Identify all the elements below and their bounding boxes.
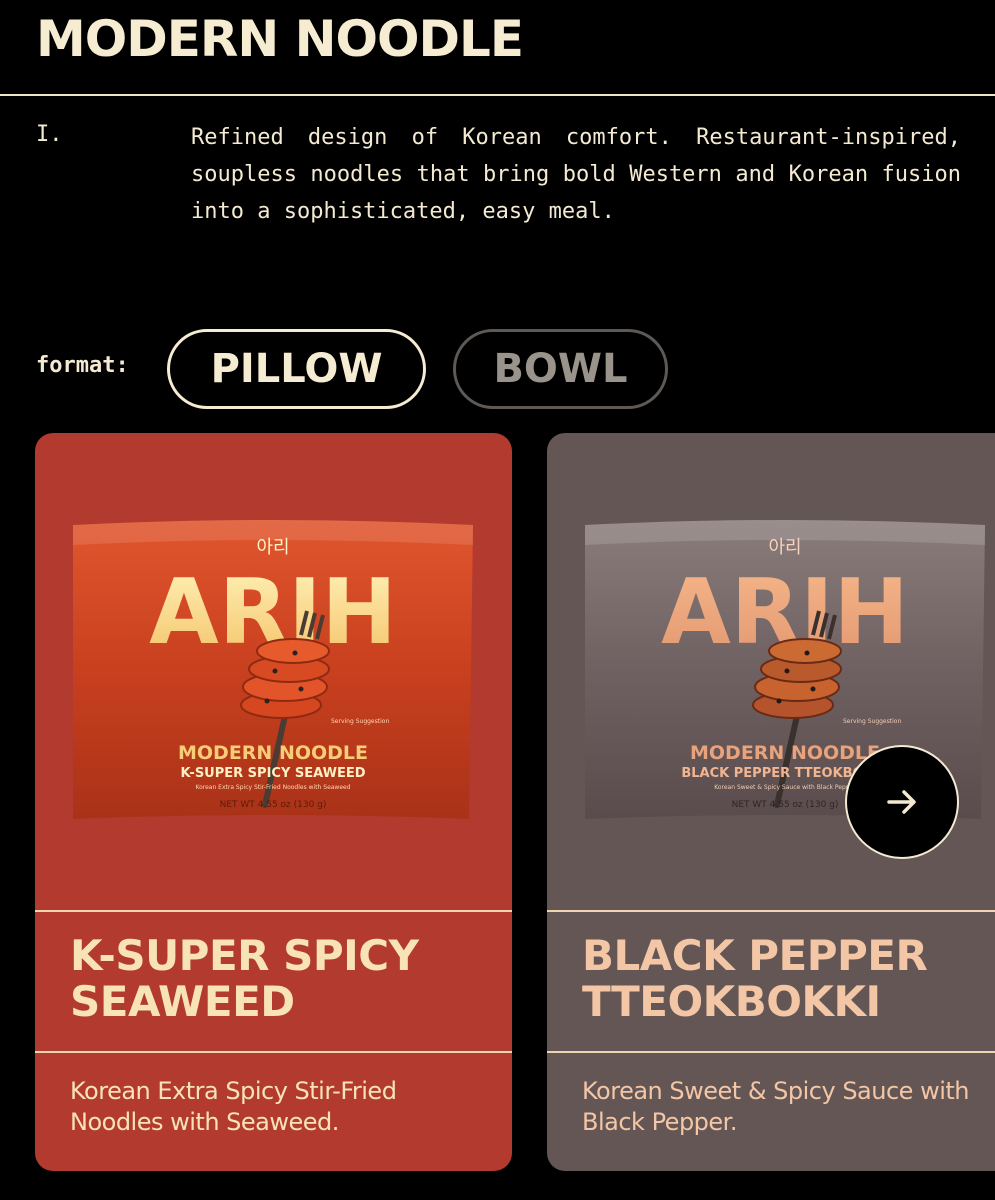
card-divider: [35, 1051, 512, 1053]
package-weight-text: NET WT 4.55 oz (130 g): [732, 800, 839, 810]
product-name: BLACK PEPPER TTEOKBOKKI: [582, 931, 928, 1026]
package-flavor-text: K-SUPER SPICY SEAWEED: [180, 766, 365, 781]
product-description: Korean Sweet & Spicy Sauce with Black Pe…: [582, 1077, 969, 1136]
package-sub-text: Korean Sweet & Spicy Sauce with Black Pe…: [714, 784, 856, 791]
card-divider: [35, 910, 512, 912]
product-description: Korean Extra Spicy Stir-Fried Noodles wi…: [70, 1077, 397, 1136]
site-title: MODERN NOODLE: [36, 10, 524, 68]
format-label: format:: [36, 353, 129, 378]
intro-text: Refined design of Korean comfort. Restau…: [191, 125, 961, 224]
intro-number: I.: [36, 122, 63, 147]
product-name: K-SUPER SPICY SEAWEED: [70, 931, 419, 1026]
package-korean-text: 아리: [768, 537, 801, 558]
package-weight-text: NET WT 4.55 oz (130 g): [220, 800, 327, 810]
card-divider: [547, 910, 995, 912]
format-pillow-button[interactable]: PILLOW: [167, 329, 426, 409]
package-line-text: MODERN NOODLE: [178, 742, 368, 764]
carousel-next-button[interactable]: [845, 745, 959, 859]
package-korean-text: 아리: [256, 537, 289, 558]
product-package-image: 아리 ARIH Serving Suggestion MODERN NOODLE…: [73, 520, 473, 819]
title-divider: [0, 94, 995, 96]
product-card-k-super-spicy-seaweed[interactable]: 아리 ARIH Serving Suggestion MODERN NOODLE…: [35, 433, 512, 1171]
package-line-text: MODERN NOODLE: [690, 742, 880, 764]
format-bowl-button[interactable]: BOWL: [453, 329, 668, 409]
package-serving-text: Serving Suggestion: [331, 718, 389, 725]
package-serving-text: Serving Suggestion: [843, 718, 901, 725]
package-sub-text: Korean Extra Spicy Stir-Fried Noodles wi…: [195, 784, 350, 791]
card-divider: [547, 1051, 995, 1053]
arrow-right-icon: [887, 790, 916, 814]
